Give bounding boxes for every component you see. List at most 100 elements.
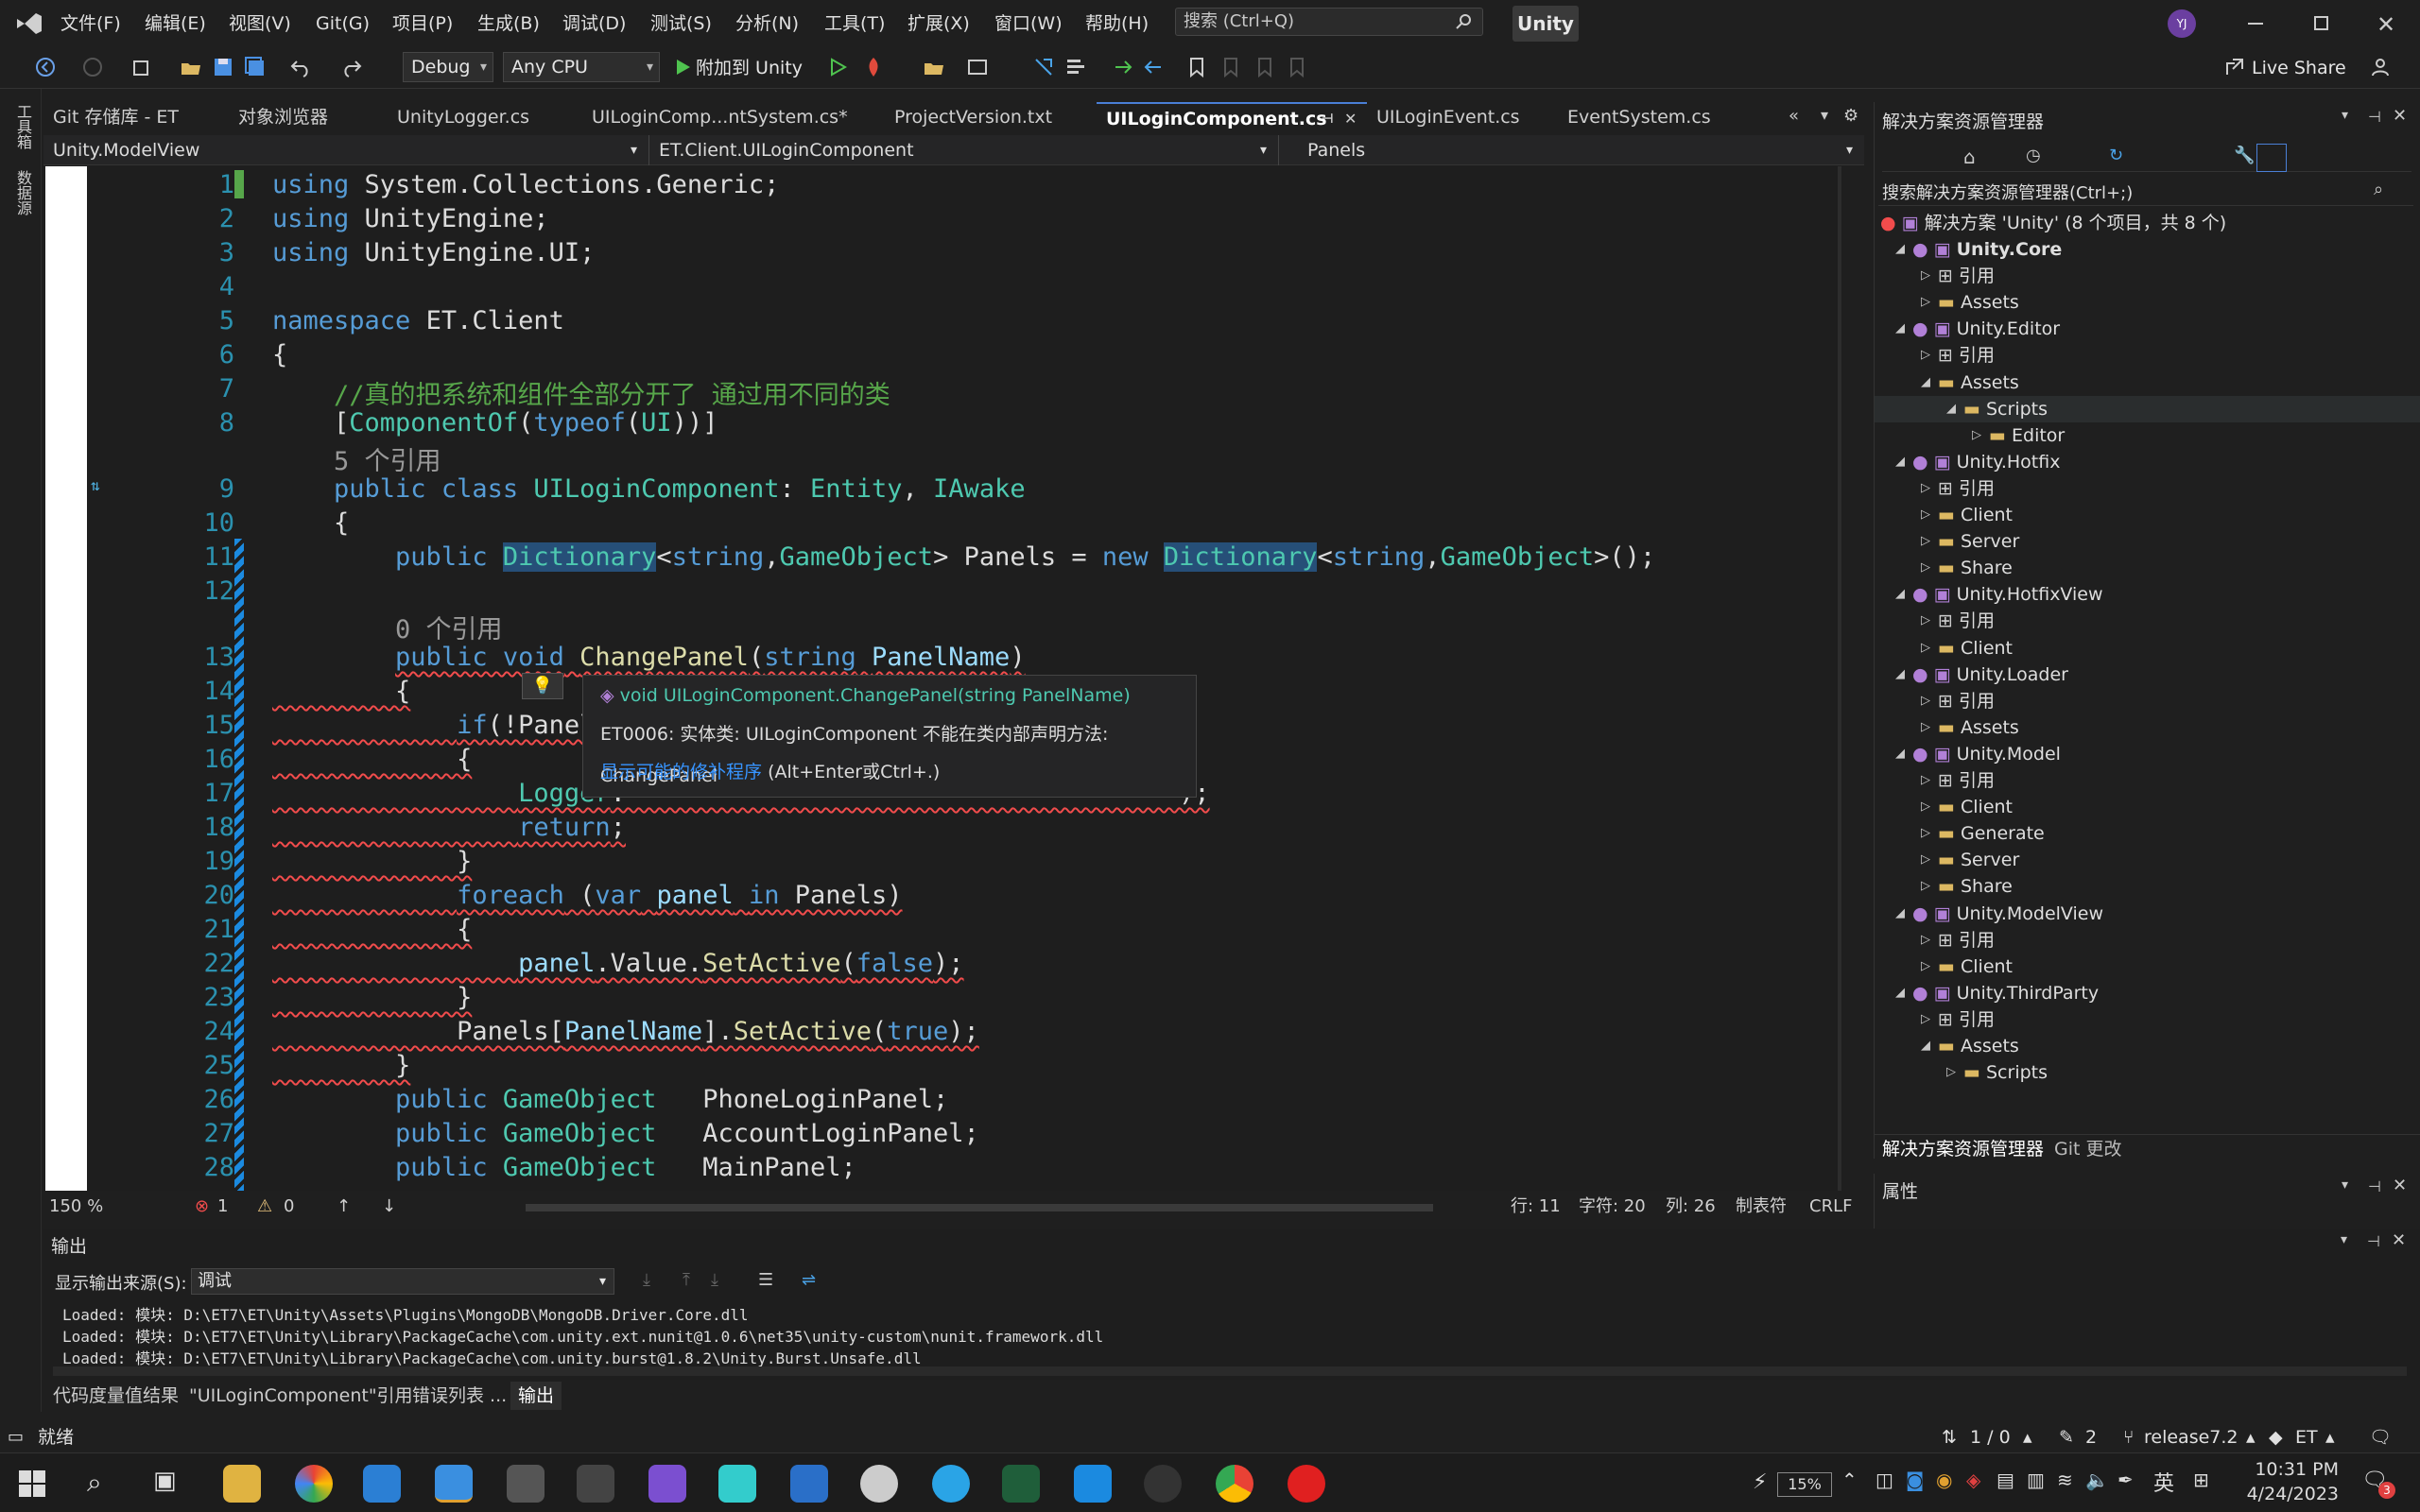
tab-git-changes[interactable]: Git 更改: [2054, 1135, 2122, 1160]
next-bookmark-icon[interactable]: [1253, 56, 1276, 78]
tab-uilogincomponent[interactable]: UILoginComponent.cs ⊣ ✕: [1097, 102, 1367, 132]
redo-icon[interactable]: [340, 56, 363, 78]
menu-tools[interactable]: 工具(T): [824, 0, 885, 47]
data-sources-tab[interactable]: 数据源: [11, 170, 34, 215]
menu-view[interactable]: 视图(V): [229, 0, 291, 47]
menu-build[interactable]: 生成(B): [477, 0, 540, 47]
solution-tree-item[interactable]: ⊞ 引用: [1938, 263, 1995, 289]
power-icon[interactable]: ⚡: [1753, 1470, 1767, 1494]
solution-tree-item[interactable]: ⊞ 引用: [1938, 475, 1995, 502]
lightbulb-icon[interactable]: 💡: [522, 673, 563, 699]
expanded-arrow-icon[interactable]: ◢: [1946, 396, 1956, 422]
collapsed-arrow-icon[interactable]: ▷: [1921, 954, 1930, 980]
solution-tree-item[interactable]: ⊞ 引用: [1938, 342, 1995, 369]
app-icon[interactable]: [295, 1465, 333, 1503]
tab-uiloginevent[interactable]: UILoginEvent.cs: [1367, 102, 1520, 132]
edge-icon[interactable]: [932, 1465, 970, 1503]
solution-tree-item[interactable]: ▬ Assets: [1938, 714, 2019, 741]
collapsed-arrow-icon[interactable]: ▷: [1921, 263, 1930, 289]
preview-toggle-icon[interactable]: [2256, 144, 2287, 172]
panel-menu-icon[interactable]: ▾: [2342, 1177, 2348, 1193]
output-source-select[interactable]: 调试 ▾: [191, 1268, 614, 1295]
unity-icon[interactable]: [577, 1465, 614, 1503]
avatar[interactable]: YJ: [2168, 9, 2196, 38]
open-folder-icon[interactable]: [180, 56, 202, 78]
tab-dropdown-icon[interactable]: ▾: [1821, 106, 1828, 124]
clock-date[interactable]: 4/24/2023: [2231, 1484, 2339, 1504]
collapsed-arrow-icon[interactable]: ▷: [1921, 794, 1930, 820]
commits-count[interactable]: 1 / 0: [1970, 1422, 2011, 1452]
collapsed-arrow-icon[interactable]: ▷: [1946, 1059, 1956, 1086]
menu-file[interactable]: 文件(F): [60, 0, 121, 47]
solution-tree-item[interactable]: ▬ Scripts: [1963, 1059, 2048, 1086]
line-ending[interactable]: CRLF: [1809, 1193, 1852, 1221]
tray-icon[interactable]: ◫: [1876, 1469, 1893, 1491]
ime-indicator[interactable]: 英: [2153, 1467, 2174, 1497]
solution-tree-item[interactable]: ▬ Share: [1938, 555, 2013, 581]
search-input[interactable]: 搜索 (Ctrl+Q): [1175, 8, 1483, 36]
collapsed-arrow-icon[interactable]: ▷: [1921, 873, 1930, 900]
history-icon[interactable]: ◷: [2026, 146, 2041, 165]
word-wrap-icon[interactable]: ⇌: [802, 1270, 816, 1290]
save-icon[interactable]: [212, 56, 234, 78]
member-select[interactable]: Panels ▾: [1278, 135, 1864, 165]
tab-references[interactable]: "UILoginComponent"引用: [189, 1382, 413, 1410]
collapsed-arrow-icon[interactable]: ▷: [1921, 847, 1930, 873]
solution-config-select[interactable]: Debug: [403, 52, 493, 82]
clear-bookmarks-icon[interactable]: [1286, 56, 1308, 78]
indent-icon[interactable]: [1112, 56, 1134, 78]
collapsed-arrow-icon[interactable]: ▷: [1921, 502, 1930, 528]
tab-code-metrics[interactable]: 代码度量值结果: [53, 1382, 179, 1410]
wifi-icon[interactable]: ≋: [2057, 1469, 2073, 1491]
nox-icon[interactable]: [1002, 1465, 1040, 1503]
show-fixes-link[interactable]: 显示可能的修补程序: [600, 762, 762, 782]
start-without-debug-icon[interactable]: [826, 56, 849, 78]
tab-uilogincomponentsystem[interactable]: UILoginComp...ntSystem.cs*: [582, 102, 848, 132]
scrollbar[interactable]: [1838, 166, 1841, 1191]
tab-close-icon[interactable]: ✕: [1344, 104, 1357, 134]
solution-tree-item[interactable]: ▬ Assets: [1938, 1033, 2019, 1059]
solution-tree-item[interactable]: ▬ Share: [1938, 873, 2013, 900]
panel-menu-icon[interactable]: ▾: [2342, 108, 2348, 123]
collapsed-arrow-icon[interactable]: ▷: [1921, 714, 1930, 741]
menu-window[interactable]: 窗口(W): [994, 0, 1063, 47]
tab-unitylogger[interactable]: UnityLogger.cs: [388, 102, 529, 132]
settings-icon[interactable]: ⚙: [1843, 106, 1858, 126]
repo-name[interactable]: ET: [2295, 1422, 2318, 1452]
visual-studio-icon[interactable]: [648, 1465, 686, 1503]
battery-indicator[interactable]: 15%: [1777, 1472, 1832, 1497]
tab-eventsystem[interactable]: EventSystem.cs: [1558, 102, 1711, 132]
minimize-icon[interactable]: [2248, 23, 2263, 25]
expanded-arrow-icon[interactable]: ◢: [1895, 980, 1905, 1006]
pin-icon[interactable]: ⊣: [2367, 1232, 2380, 1250]
solution-tree-item[interactable]: ▬ Assets: [1938, 289, 2019, 316]
undo-icon[interactable]: [289, 56, 312, 78]
app-icon[interactable]: [1074, 1465, 1112, 1503]
tab-output[interactable]: 输出: [510, 1382, 562, 1410]
notifications-icon[interactable]: 🗨: [2369, 1422, 2392, 1452]
expanded-arrow-icon[interactable]: ◢: [1895, 316, 1905, 342]
step-icon[interactable]: [1032, 56, 1055, 78]
expanded-arrow-icon[interactable]: ◢: [1895, 662, 1905, 688]
windows-start-icon[interactable]: [19, 1470, 45, 1497]
collapsed-arrow-icon[interactable]: ▷: [1921, 555, 1930, 581]
solution-tree-item[interactable]: ● ▣ Unity.HotfixView: [1912, 581, 2103, 608]
tab-projectversion[interactable]: ProjectVersion.txt: [885, 102, 1052, 132]
tray-icon[interactable]: ◉: [1936, 1469, 1952, 1491]
solution-tree-item[interactable]: ▬ Client: [1938, 954, 2013, 980]
hot-reload-icon[interactable]: [862, 56, 885, 78]
collapsed-arrow-icon[interactable]: ▷: [1921, 635, 1930, 662]
codelens-references[interactable]: 5 个引用: [272, 440, 441, 477]
branch-name[interactable]: release7.2: [2144, 1422, 2238, 1452]
close-icon[interactable]: ✕: [2393, 1176, 2407, 1195]
task-view-icon[interactable]: ▣: [153, 1467, 177, 1495]
collapsed-arrow-icon[interactable]: ▷: [1921, 528, 1930, 555]
expanded-arrow-icon[interactable]: ◢: [1895, 449, 1905, 475]
solution-tree-item[interactable]: ⊞ 引用: [1938, 688, 1995, 714]
project-select[interactable]: Unity.ModelView ▾: [53, 135, 648, 165]
collapsed-arrow-icon[interactable]: ▷: [1921, 289, 1930, 316]
new-project-icon[interactable]: [130, 56, 153, 78]
changes-count[interactable]: 2: [2085, 1422, 2097, 1452]
expanded-arrow-icon[interactable]: ◢: [1921, 1033, 1930, 1059]
tab-error-list[interactable]: 错误列表 ...: [412, 1382, 507, 1410]
